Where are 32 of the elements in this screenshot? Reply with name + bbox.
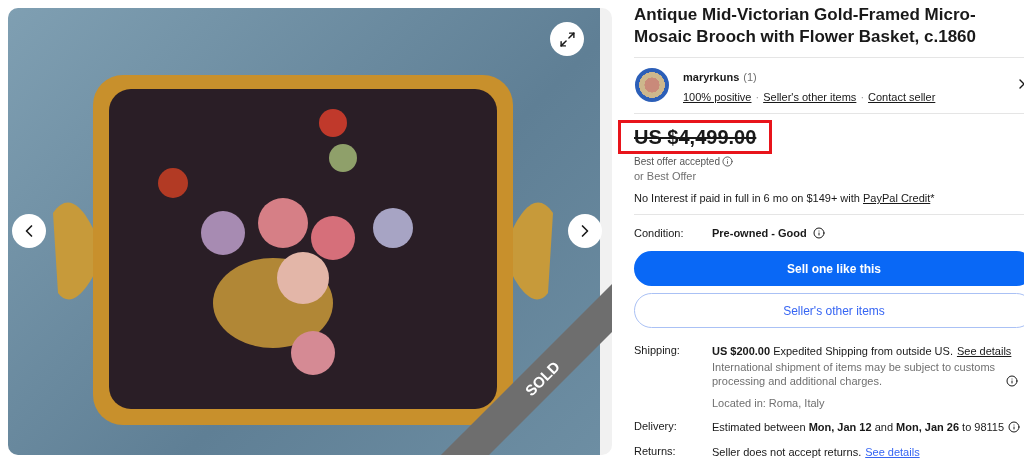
detail-label: Shipping: — [634, 344, 681, 358]
seller-link[interactable]: Contact seller — [868, 91, 936, 103]
see-details-link[interactable]: See details — [956, 345, 1012, 357]
detail-label: Returns: — [634, 445, 677, 459]
offer-note: Best offer accepted — [634, 156, 720, 167]
detail-text: US $200.00 Expedited Shipping from outside US. See details — [712, 344, 1013, 358]
detail-text: Estimated between Mon, Jan 12 and Mon, Jan 26 to 98115 — [712, 420, 1024, 434]
detail-note: International shipment of items may be subject to customs processing and additional charges. — [712, 360, 997, 388]
feedback-count: (1) — [743, 71, 757, 83]
paypal-credit-link[interactable]: PayPal Credit — [863, 192, 931, 204]
seller-name: maryrkuns — [683, 71, 740, 83]
seller-link[interactable]: Seller's other items — [763, 91, 857, 103]
detail-text: Seller does not accept returns. See details — [712, 445, 921, 459]
info-icon[interactable] — [812, 227, 825, 239]
financing-text: No Interest if paid in full in 6 mo on $149+ with PayPal Credit* — [634, 192, 936, 204]
sell-button[interactable]: Sell one like this — [634, 251, 1024, 286]
detail-label: Delivery: — [634, 420, 678, 434]
item-price: US $4,499.00 — [634, 126, 757, 149]
best-offer-text: or Best Offer — [634, 170, 698, 182]
info-icon[interactable] — [722, 156, 733, 167]
item-title: Antique Mid-Victorian Gold-Framed Micro-Mosaic Brooch with Flower Basket, c.1860 — [634, 4, 977, 48]
info-icon[interactable] — [1008, 421, 1021, 433]
condition-label: Condition: — [634, 227, 685, 239]
seller-link[interactable]: 100% positive — [683, 91, 752, 103]
detail-note: Located in: Roma, Italy — [712, 396, 825, 410]
info-icon[interactable] — [1006, 375, 1018, 387]
seller-avatar — [635, 68, 669, 102]
seller-items-button[interactable]: Seller's other items — [634, 293, 1024, 328]
condition-value: Pre-owned - Good — [712, 227, 807, 239]
separator-dot: · — [755, 91, 760, 103]
see-details-link[interactable]: See details — [865, 446, 920, 458]
separator-dot: · — [860, 91, 865, 103]
